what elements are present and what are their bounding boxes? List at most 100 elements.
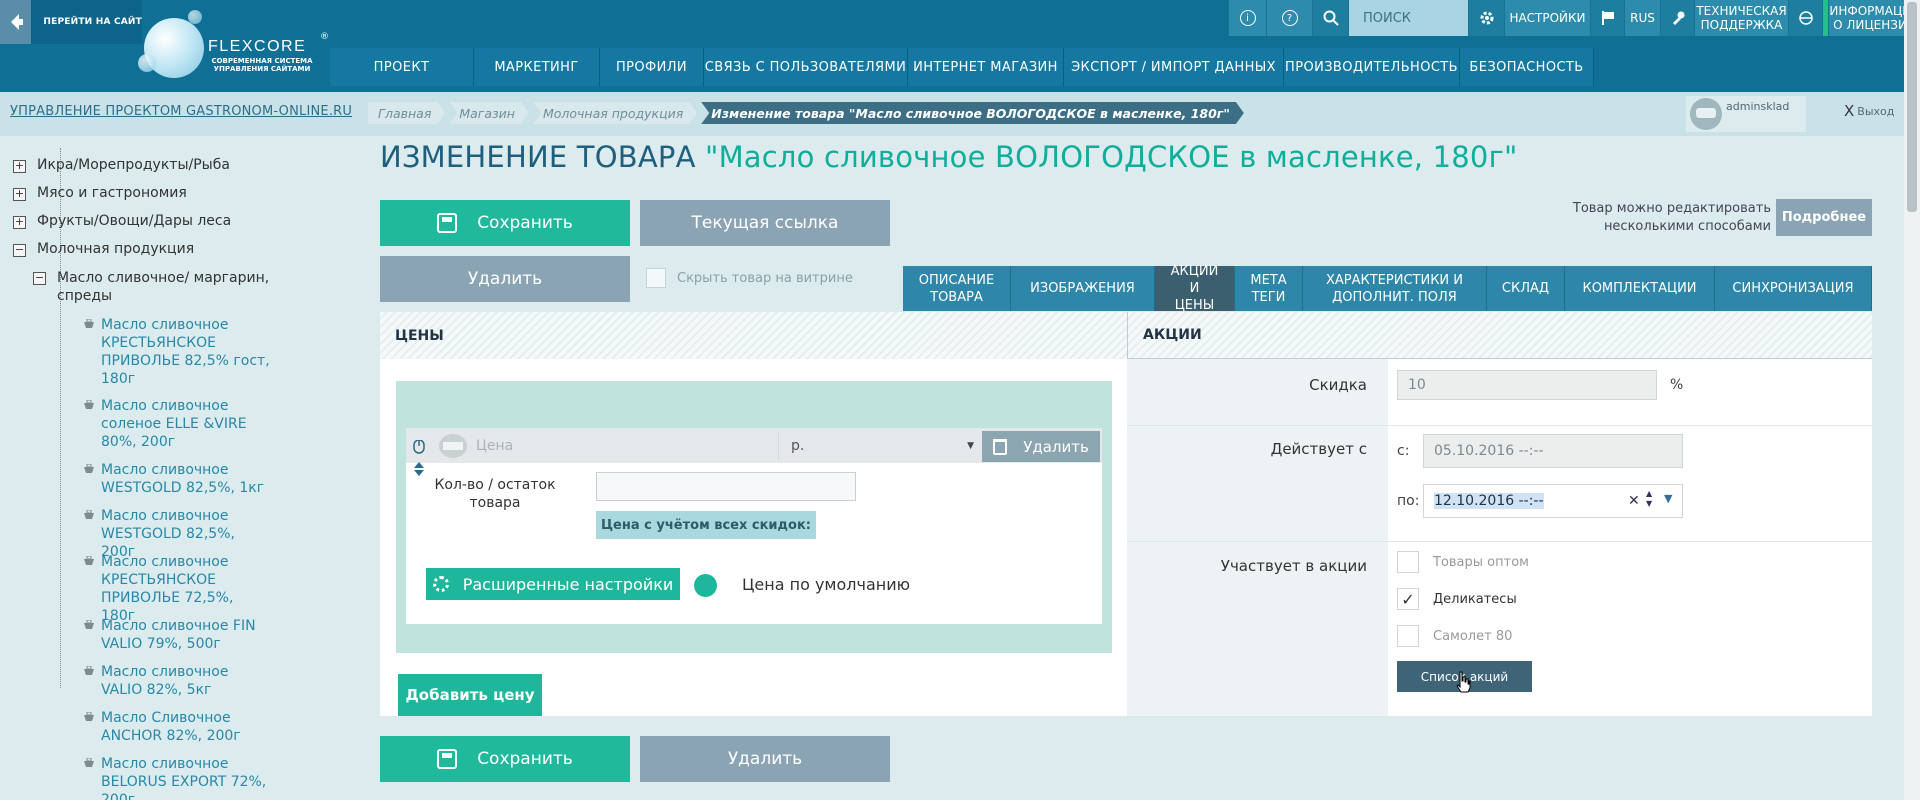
tab-promotions-prices[interactable]: АКЦИИ И ЦЕНЫ: [1155, 264, 1235, 313]
breadcrumb-shop[interactable]: Магазин: [449, 102, 529, 124]
final-price-button[interactable]: Цена с учётом всех скидок:: [596, 511, 816, 539]
project-link[interactable]: УПРАВЛЕНИЕ ПРОЕКТОМ GASTRONOM-ONLINE.RU: [10, 104, 352, 119]
nav-online-shop[interactable]: ИНТЕРНЕТ МАГАЗИН: [908, 48, 1064, 86]
add-price-button[interactable]: Добавить цену: [398, 674, 542, 716]
nav-performance[interactable]: ПРОИЗВОДИТЕЛЬНОСТЬ: [1284, 48, 1460, 86]
product-link[interactable]: Масло сливочное BELORUS EXPORT 72%, 200г: [101, 755, 271, 800]
logout-label: Выход: [1857, 104, 1895, 118]
tab-images[interactable]: ИЗОБРАЖЕНИЯ: [1011, 266, 1155, 311]
quantity-input[interactable]: [596, 472, 856, 501]
hide-on-storefront-checkbox[interactable]: Скрыть товар на витрине: [646, 268, 853, 288]
tree-product[interactable]: Масло сливочное WESTGOLD 82,5%, 1кг: [83, 461, 271, 497]
promo-checkbox-airplane[interactable]: Самолет 80: [1397, 625, 1512, 647]
save-button[interactable]: Сохранить: [380, 200, 630, 246]
delete-button-bottom[interactable]: Удалить: [640, 736, 890, 782]
help-button[interactable]: ?: [1266, 0, 1312, 36]
drag-handle-icon[interactable]: [412, 440, 426, 486]
nav-security[interactable]: БЕЗОПАСНОСТЬ: [1460, 48, 1594, 86]
tree-product[interactable]: Масло сливочное соленое ELLE &VIRE 80%, …: [83, 397, 271, 451]
more-button[interactable]: Подробнее: [1776, 199, 1872, 236]
flexcore-logo[interactable]: FLEXCORE ® СОВРЕМЕННАЯ СИСТЕМА УПРАВЛЕНИ…: [138, 10, 330, 86]
clear-date-icon[interactable]: ✕: [1628, 493, 1640, 509]
tree-item-label[interactable]: Мясо и гастрономия: [37, 185, 187, 201]
settings-button[interactable]: НАСТРОЙКИ: [1504, 0, 1590, 36]
default-price-radio[interactable]: [694, 574, 717, 597]
price-input[interactable]: Цена: [470, 432, 776, 460]
collapse-icon[interactable]: −: [33, 272, 46, 285]
product-link[interactable]: Масло сливочное WESTGOLD 82,5%, 1кг: [101, 461, 271, 497]
checkbox-box[interactable]: [646, 268, 666, 288]
tree-item-label[interactable]: Икра/Морепродукты/Рыба: [37, 157, 230, 173]
tab-configurations[interactable]: КОМПЛЕКТАЦИИ: [1565, 266, 1715, 311]
tree-item-caviar[interactable]: + Икра/Морепродукты/Рыба: [13, 157, 230, 173]
nav-communication[interactable]: СВЯЗЬ С ПОЛЬЗОВАТЕЛЯМИ: [704, 48, 908, 86]
nav-profiles[interactable]: ПРОФИЛИ: [600, 48, 704, 86]
delete-button[interactable]: Удалить: [380, 256, 630, 302]
checkbox-box[interactable]: [1397, 625, 1419, 647]
go-to-site-link[interactable]: ПЕРЕЙТИ НА САЙТ: [0, 0, 142, 44]
tree-item-dairy[interactable]: − Молочная продукция: [13, 241, 194, 257]
license-icon-button[interactable]: [1788, 0, 1822, 36]
promo-checkbox-wholesale[interactable]: Товары оптом: [1397, 551, 1529, 573]
tree-product[interactable]: Масло сливочное FIN VALIO 79%, 500г: [83, 617, 271, 653]
calendar-dropdown-icon[interactable]: ▼: [1664, 492, 1672, 505]
tree-item-label[interactable]: Молочная продукция: [37, 241, 194, 257]
search-button[interactable]: [1312, 0, 1348, 36]
tree-product[interactable]: Масло Сливочное ANCHOR 82%, 200г: [83, 709, 271, 745]
search-input[interactable]: ПОИСК: [1348, 0, 1468, 36]
tab-characteristics[interactable]: ХАРАКТЕРИСТИКИ И ДОПОЛНИТ. ПОЛЯ: [1303, 266, 1487, 311]
language-selector[interactable]: RUS: [1624, 0, 1660, 36]
discount-input[interactable]: 10: [1397, 370, 1657, 400]
tree-item-butter[interactable]: − Масло сливочное/ маргарин, спреды: [33, 269, 293, 305]
support-icon-button[interactable]: [1660, 0, 1694, 36]
expand-icon[interactable]: +: [13, 216, 26, 229]
promo-checkbox-delicacies[interactable]: ✓ Деликатесы: [1397, 588, 1517, 610]
product-link[interactable]: Масло сливочное FIN VALIO 79%, 500г: [101, 617, 271, 653]
tree-item-meat[interactable]: + Мясо и гастрономия: [13, 185, 187, 201]
tree-product[interactable]: Масло сливочное VALIO 82%, 5кг: [83, 663, 271, 699]
tree-product[interactable]: Масло сливочное BELORUS EXPORT 72%, 200г: [83, 755, 271, 800]
nav-project[interactable]: ПРОЕКТ: [330, 48, 474, 86]
tab-description[interactable]: ОПИСАНИЕ ТОВАРА: [903, 266, 1011, 311]
tree-item-fruits[interactable]: + Фрукты/Овощи/Дары леса: [13, 213, 231, 229]
support-button[interactable]: ТЕХНИЧЕСКАЯ ПОДДЕРЖКА: [1694, 0, 1788, 36]
currency-select[interactable]: р. ▼: [778, 432, 978, 460]
settings-icon-button[interactable]: [1468, 0, 1504, 36]
tree-product[interactable]: Масло сливочное КРЕСТЬЯНСКОЕ ПРИВОЛЬЕ 82…: [83, 316, 271, 388]
collapse-icon[interactable]: −: [13, 244, 26, 257]
date-from-input[interactable]: 05.10.2016 --:--: [1423, 434, 1683, 468]
scrollbar-thumb[interactable]: [1907, 2, 1917, 212]
info-button[interactable]: i: [1228, 0, 1266, 36]
product-link[interactable]: Масло Сливочное ANCHOR 82%, 200г: [101, 709, 271, 745]
user-box[interactable]: adminsklad: [1686, 96, 1806, 132]
language-flag-button[interactable]: [1590, 0, 1624, 36]
page-title-prefix: ИЗМЕНЕНИЕ ТОВАРА: [380, 140, 696, 174]
save-button-bottom[interactable]: Сохранить: [380, 736, 630, 782]
tab-synchronization[interactable]: СИНХРОНИЗАЦИЯ: [1715, 266, 1872, 311]
product-link[interactable]: Масло сливочное соленое ELLE &VIRE 80%, …: [101, 397, 271, 451]
breadcrumb-home[interactable]: Главная: [368, 102, 445, 124]
product-link[interactable]: Масло сливочное КРЕСТЬЯНСКОЕ ПРИВОЛЬЕ 82…: [101, 316, 271, 388]
product-link[interactable]: Масло сливочное VALIO 82%, 5кг: [101, 663, 271, 699]
logout-button[interactable]: X Выход: [1844, 102, 1894, 120]
tab-meta-tags[interactable]: МЕТА ТЕГИ: [1235, 266, 1303, 311]
nav-export-import[interactable]: ЭКСПОРТ / ИМПОРТ ДАННЫХ: [1064, 48, 1284, 86]
expand-icon[interactable]: +: [13, 188, 26, 201]
breadcrumb-dairy[interactable]: Молочная продукция: [533, 102, 697, 124]
extended-settings-button[interactable]: Расширенные настройки: [426, 568, 680, 600]
current-link-button[interactable]: Текущая ссылка: [640, 200, 890, 246]
expand-icon[interactable]: +: [13, 160, 26, 173]
checkmark-icon[interactable]: ✓: [1397, 588, 1419, 610]
delete-price-button[interactable]: Удалить: [982, 431, 1100, 462]
product-link[interactable]: Масло сливочное КРЕСТЬЯНСКОЕ ПРИВОЛЬЕ 72…: [101, 553, 271, 625]
tree-item-label[interactable]: Фрукты/Овощи/Дары леса: [37, 213, 231, 229]
checkbox-box[interactable]: [1397, 551, 1419, 573]
tree-product[interactable]: Масло сливочное КРЕСТЬЯНСКОЕ ПРИВОЛЬЕ 72…: [83, 553, 271, 625]
gear-icon: [1480, 11, 1493, 25]
basket-icon: [84, 464, 94, 473]
date-spinner-icon[interactable]: ▲ ▼: [1646, 489, 1652, 509]
nav-marketing[interactable]: МАРКЕТИНГ: [474, 48, 600, 86]
tree-item-label[interactable]: Масло сливочное/ маргарин, спреды: [57, 269, 277, 305]
tab-warehouse[interactable]: СКЛАД: [1487, 266, 1565, 311]
date-to-input[interactable]: 12.10.2016 --:-- ✕ ▲ ▼ ▼: [1423, 484, 1683, 518]
